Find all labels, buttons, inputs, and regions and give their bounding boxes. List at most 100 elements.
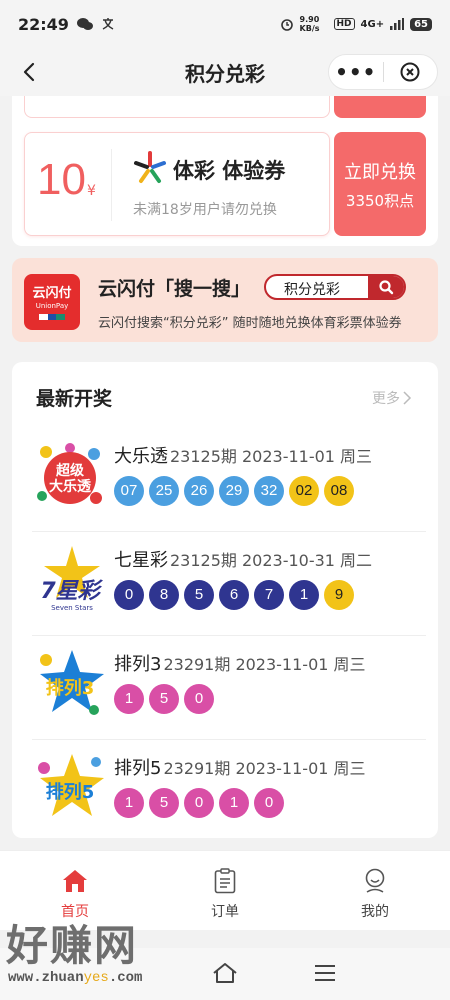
redeem-label: 立即兑换 — [344, 162, 416, 183]
lottery-ball: 26 — [184, 476, 214, 506]
system-home-icon[interactable] — [212, 962, 238, 984]
watermark-url: www.zhuanyes.com — [8, 970, 142, 986]
lottery-name: 排列5 — [114, 758, 162, 779]
lottery-ball: 6 — [219, 580, 249, 610]
watermark-url-post: .com — [108, 970, 143, 986]
svg-text:排列5: 排列5 — [46, 781, 95, 803]
ball-list: 07 25 26 29 32 02 08 — [114, 476, 354, 506]
lottery-ball: 0 — [254, 788, 284, 818]
promo-banner[interactable]: 云闪付 UnionPay 云闪付「搜一搜」 积分兑彩 云闪付搜索“积分兑彩” 随… — [12, 258, 438, 342]
coupon-divider — [111, 149, 112, 221]
lottery-ball: 02 — [289, 476, 319, 506]
lottery-name: 七星彩 — [114, 550, 168, 571]
promo-logo-en: UnionPay — [35, 302, 69, 310]
daletou-logo-icon: 超级 大乐透 — [37, 443, 102, 504]
tab-profile[interactable]: 我的 — [300, 851, 450, 930]
lottery-heading: 大乐透 23125期 2023-11-01 周三 — [114, 442, 372, 468]
qixingcai-logo-icon: 7星彩 Seven Stars — [40, 546, 104, 612]
lottery-name: 排列3 — [114, 654, 162, 675]
status-time: 22:49 — [18, 14, 69, 34]
home-icon — [61, 867, 89, 895]
watermark-url-pre: www.zhuan — [8, 970, 84, 986]
lottery-ball: 0 — [184, 788, 214, 818]
lottery-ball: 1 — [114, 684, 144, 714]
lottery-ball: 5 — [149, 684, 179, 714]
lottery-row-pailie3[interactable]: 排列3 排列3 23291期 2023-11-01 周三 150 — [12, 636, 438, 740]
lottery-row-qixingcai[interactable]: 7星彩 Seven Stars 七星彩 23125期 2023-10-31 周二 … — [12, 532, 438, 636]
signal-icon — [390, 18, 405, 30]
svg-text:大乐透: 大乐透 — [49, 478, 92, 495]
lottery-row-pailie5[interactable]: 排列5 排列5 23291期 2023-11-01 周三 15010 — [12, 740, 438, 844]
lottery-ball: 1 — [114, 788, 144, 818]
search-icon[interactable] — [368, 276, 404, 298]
svg-text:7星彩: 7星彩 — [40, 579, 103, 604]
lottery-name: 大乐透 — [114, 446, 168, 467]
lottery-ball: 29 — [219, 476, 249, 506]
lottery-ball: 0 — [184, 684, 214, 714]
latest-results-card: 最新开奖 更多 超级 大乐透 大乐透 23125期 2023-11-01 周三 0… — [12, 362, 438, 838]
close-circle-icon[interactable] — [383, 61, 437, 83]
lottery-ball: 9 — [324, 580, 354, 610]
tab-label: 订单 — [211, 904, 239, 920]
wechat-icon — [76, 18, 93, 30]
lottery-ball: 1 — [289, 580, 319, 610]
lottery-issue: 23125期 2023-11-01 周三 — [170, 447, 373, 466]
lottery-ball: 0 — [114, 580, 144, 610]
ball-list: 15010 — [114, 788, 284, 818]
coupon-amount: 10 — [37, 155, 86, 204]
lottery-ball: 25 — [149, 476, 179, 506]
watermark-title: 好赚网 — [6, 921, 139, 970]
lottery-issue: 23291期 2023-11-01 周三 — [163, 759, 366, 778]
unionpay-logo: 云闪付 UnionPay — [24, 274, 80, 330]
profile-icon — [361, 867, 389, 895]
lottery-ball: 5 — [184, 580, 214, 610]
sports-lottery-logo-icon — [134, 151, 166, 183]
svg-text:超级: 超级 — [55, 462, 85, 479]
previous-coupon-edge — [24, 96, 330, 118]
pailie5-logo-icon: 排列5 — [38, 754, 104, 816]
lottery-ball: 1 — [219, 788, 249, 818]
lottery-ball: 8 — [149, 580, 179, 610]
order-list-icon — [211, 867, 239, 895]
back-arrow-icon[interactable] — [16, 58, 44, 86]
network-speed: 9.90 KB/s — [299, 15, 320, 33]
status-bar: 22:49 9.90 KB/s HD 4G+ 65 — [0, 0, 450, 48]
lottery-ball: 08 — [324, 476, 354, 506]
more-dots-icon[interactable]: ••• — [329, 55, 383, 89]
coupon-age-note: 未满18岁用户请勿兑换 — [133, 202, 277, 218]
more-link[interactable]: 更多 — [372, 388, 412, 408]
lottery-row-daletou[interactable]: 超级 大乐透 大乐透 23125期 2023-11-01 周三 07 25 26 29 3… — [12, 428, 438, 532]
lottery-heading: 七星彩 23125期 2023-10-31 周二 — [114, 546, 372, 572]
coupon-currency: ¥ — [87, 183, 96, 199]
lottery-heading: 排列3 23291期 2023-11-01 周三 — [114, 650, 366, 676]
chevron-right-icon — [403, 391, 412, 405]
promo-search-box[interactable]: 积分兑彩 — [264, 274, 406, 300]
translate-icon — [102, 18, 114, 30]
signal-label: 4G+ — [360, 18, 385, 30]
promo-search-text: 积分兑彩 — [284, 282, 340, 298]
alarm-icon — [280, 19, 293, 31]
nav-bar: 积分兑彩 ••• — [0, 48, 450, 96]
svg-text:排列3: 排列3 — [46, 677, 95, 699]
results-title: 最新开奖 — [36, 388, 113, 410]
tab-label: 我的 — [361, 904, 389, 920]
watermark-url-mid: yes — [83, 970, 109, 986]
lottery-ball: 7 — [254, 580, 284, 610]
ball-list: 0856719 — [114, 580, 354, 610]
promo-logo-cn: 云闪付 — [32, 286, 72, 301]
unionpay-stripes-icon — [39, 314, 66, 320]
hd-badge: HD — [333, 18, 355, 30]
lottery-heading: 排列5 23291期 2023-11-01 周三 — [114, 754, 366, 780]
coupon-card: 10 ¥ 体彩 体验券 未满18岁用户请勿兑换 — [24, 132, 330, 236]
mini-program-capsule: ••• — [328, 54, 438, 90]
previous-coupon-redeem-edge[interactable] — [334, 96, 426, 118]
system-menu-icon[interactable] — [314, 964, 336, 982]
lottery-issue: 23291期 2023-11-01 周三 — [163, 655, 366, 674]
redeem-button[interactable]: 立即兑换 3350积点 — [334, 132, 426, 236]
redeem-points: 3350积点 — [345, 192, 415, 210]
promo-description: 云闪付搜索“积分兑彩” 随时随地兑换体育彩票体验券 — [98, 316, 402, 331]
lottery-issue: 23125期 2023-10-31 周二 — [170, 551, 373, 570]
promo-title: 云闪付「搜一搜」 — [98, 278, 251, 300]
coupon-section: 10 ¥ 体彩 体验券 未满18岁用户请勿兑换 立即兑换 3350积点 — [12, 96, 438, 246]
ball-list: 150 — [114, 684, 214, 714]
